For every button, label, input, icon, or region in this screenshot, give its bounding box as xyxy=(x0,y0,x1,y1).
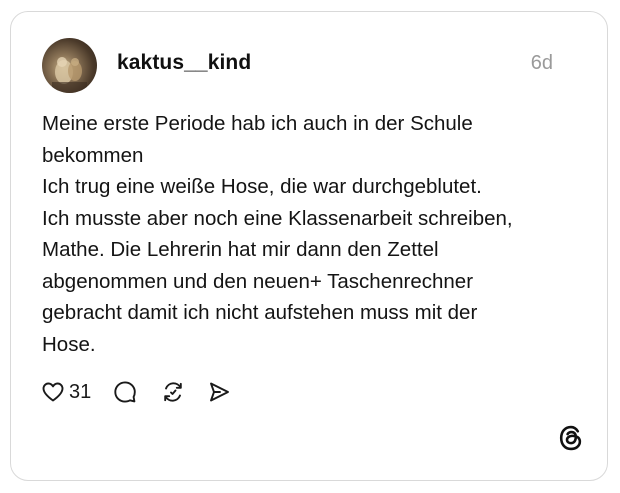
username[interactable]: kaktus__kind xyxy=(117,51,251,75)
heart-icon xyxy=(42,382,64,402)
post-timestamp: 6d xyxy=(530,52,553,74)
repost-button[interactable] xyxy=(161,380,185,404)
reply-button[interactable] xyxy=(113,380,137,404)
post-card: kaktus__kind 6d Meine erste Periode hab … xyxy=(10,11,608,481)
post-text-line: Hose. xyxy=(42,332,96,356)
like-button[interactable]: 31 xyxy=(41,380,113,404)
post-text-line: bekommen xyxy=(42,143,144,167)
post-actions: 31 xyxy=(41,378,231,406)
avatar[interactable] xyxy=(42,38,97,93)
post-text-line: gebracht damit ich nicht aufstehen muss … xyxy=(42,301,478,324)
post-body: Meine erste Periode hab ich auch in der … xyxy=(42,108,582,360)
post-text-line: Ich musste aber noch eine Klassenarbeit … xyxy=(42,206,513,230)
post-text-line: abgenommen und den neuen+ Taschenrechner xyxy=(42,269,474,293)
repost-icon xyxy=(164,382,182,402)
share-button[interactable] xyxy=(207,380,231,404)
like-count: 31 xyxy=(69,380,92,403)
threads-logo-icon xyxy=(557,424,585,452)
comment-icon xyxy=(114,381,136,403)
post-text-line: Ich trug eine weiße Hose, die war durchg… xyxy=(42,175,482,198)
post-text-line: Mathe. Die Lehrerin hat mir dann den Zet… xyxy=(42,238,439,261)
post-text-line: Meine erste Periode hab ich auch in der … xyxy=(42,112,473,135)
send-icon xyxy=(210,382,230,402)
